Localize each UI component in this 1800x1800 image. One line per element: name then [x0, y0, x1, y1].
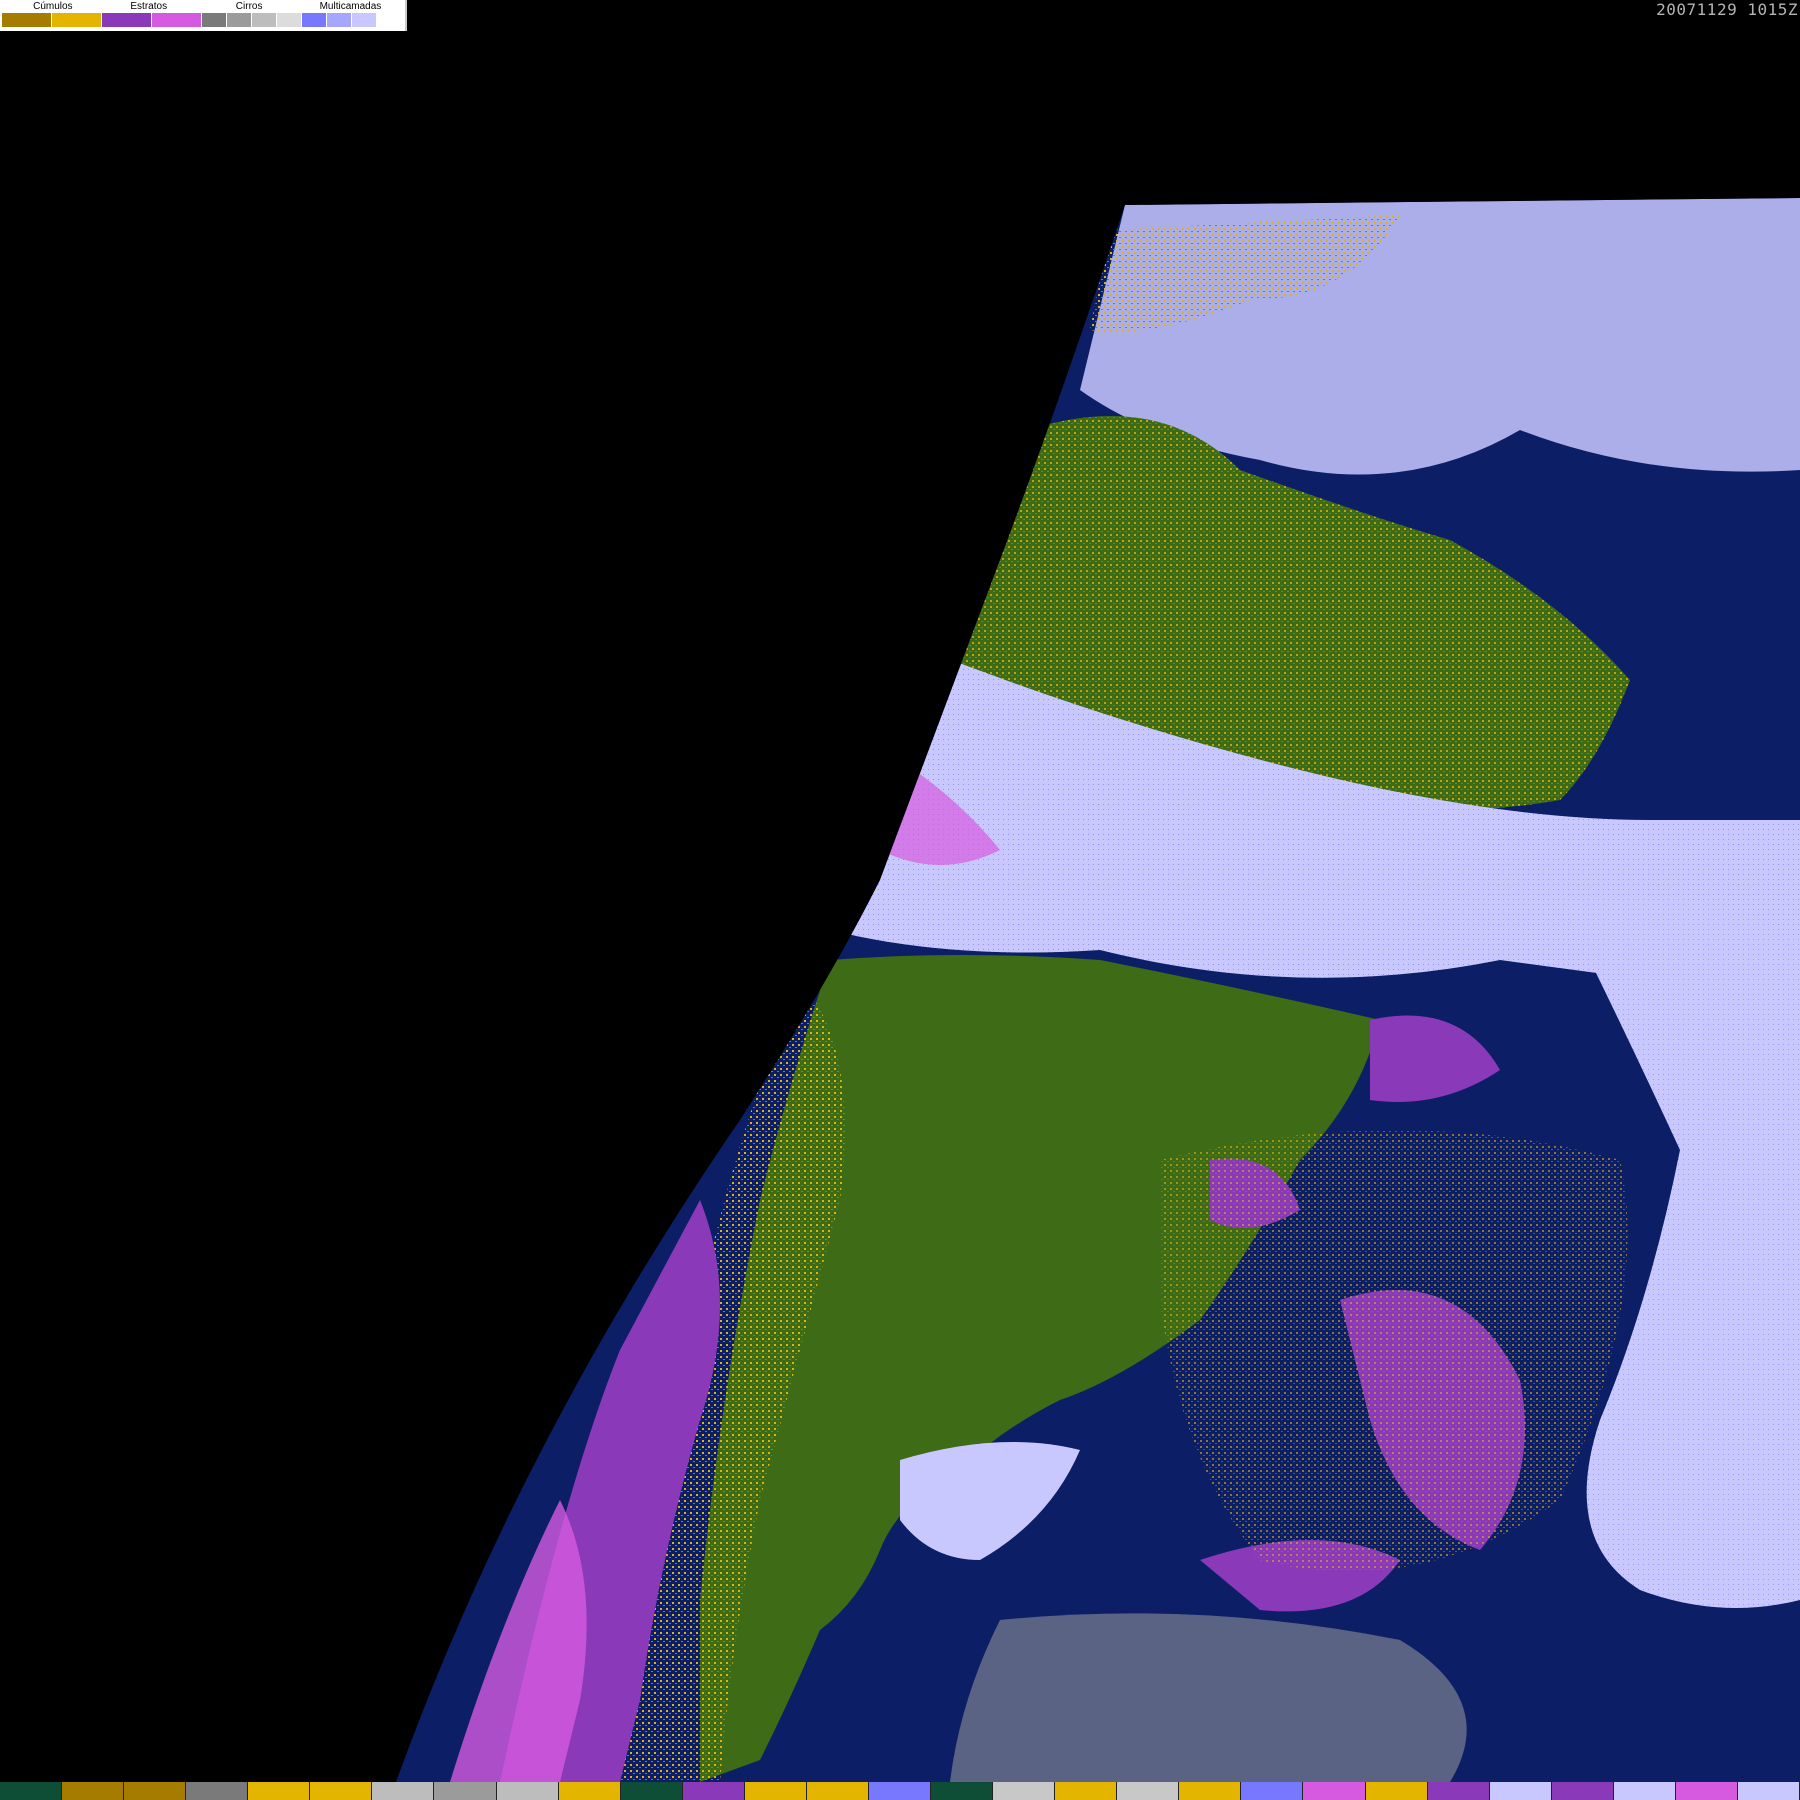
strip-cell	[1489, 1782, 1552, 1800]
strip-cell	[620, 1782, 683, 1800]
strip-cell	[1117, 1782, 1180, 1800]
legend-swatch	[352, 13, 377, 27]
strip-cell	[372, 1782, 435, 1800]
legend-swatch	[227, 13, 252, 27]
cloud-type-legend: Cúmulos Estratos Cirros Multicamadas	[0, 0, 407, 31]
strip-cell	[868, 1782, 932, 1800]
strip-cell	[806, 1782, 869, 1800]
strip-cell	[1303, 1782, 1366, 1800]
image-timestamp: 20071129 1015Z	[1656, 0, 1798, 19]
strip-cell	[744, 1782, 807, 1800]
legend-swatch	[327, 13, 352, 27]
legend-swatch	[377, 13, 402, 27]
legend-swatch	[2, 13, 52, 27]
strip-cell	[1427, 1782, 1490, 1800]
strip-cell	[1551, 1782, 1614, 1800]
strip-cell	[1365, 1782, 1428, 1800]
legend-swatch	[302, 13, 327, 27]
satellite-cloud-map	[396, 198, 1800, 1782]
strip-cell	[62, 1782, 125, 1800]
legend-label-2: Cirros	[235, 1, 263, 12]
strip-cell	[1179, 1782, 1242, 1800]
legend-label-3: Multicamadas	[319, 1, 382, 12]
legend-swatch	[52, 13, 102, 27]
legend-label-0: Cúmulos	[33, 1, 73, 12]
strip-cell	[248, 1782, 311, 1800]
strip-cell	[1055, 1782, 1118, 1800]
strip-cell	[1613, 1782, 1676, 1800]
strip-cell	[993, 1782, 1056, 1800]
color-strip	[0, 1782, 1800, 1800]
strip-cell	[558, 1782, 621, 1800]
strip-cell	[682, 1782, 745, 1800]
legend-label-1: Estratos	[130, 1, 168, 12]
legend-swatch	[252, 13, 277, 27]
cirros-south	[950, 1613, 1467, 1782]
strip-cell	[1241, 1782, 1304, 1800]
strip-cell	[931, 1782, 994, 1800]
strip-cell	[124, 1782, 187, 1800]
strip-cell	[1675, 1782, 1738, 1800]
strip-cell	[186, 1782, 249, 1800]
strip-cell	[496, 1782, 559, 1800]
legend-swatch	[202, 13, 227, 27]
legend-swatch	[152, 13, 202, 27]
strip-cell	[310, 1782, 373, 1800]
legend-swatch	[102, 13, 152, 27]
strip-cell	[0, 1782, 63, 1800]
strip-cell	[1737, 1782, 1800, 1800]
earth-disk	[396, 198, 1800, 1782]
strip-cell	[434, 1782, 497, 1800]
legend-swatch	[277, 13, 302, 27]
